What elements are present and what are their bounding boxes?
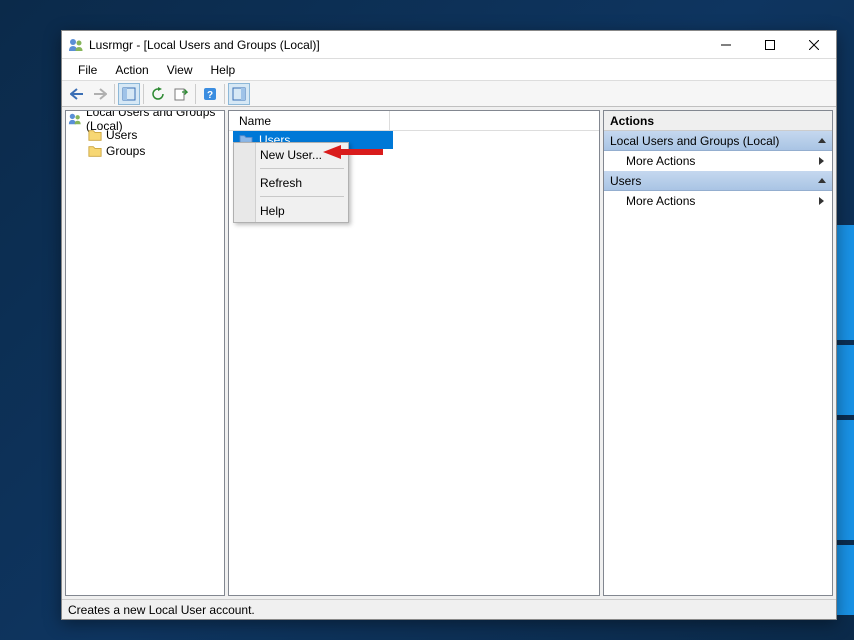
folder-icon	[88, 144, 102, 158]
context-refresh[interactable]: Refresh	[234, 171, 348, 194]
show-hide-action-pane-button[interactable]	[228, 83, 250, 105]
folder-icon	[88, 128, 102, 142]
export-list-button[interactable]	[170, 83, 192, 105]
desktop-decor	[836, 0, 854, 640]
lusrmgr-window: Lusrmgr - [Local Users and Groups (Local…	[61, 30, 837, 620]
svg-text:?: ?	[207, 90, 213, 101]
back-button[interactable]	[66, 83, 88, 105]
collapse-icon	[818, 138, 826, 143]
menu-view[interactable]: View	[159, 61, 201, 79]
actions-more-users-label: More Actions	[626, 194, 695, 208]
actions-section-root-label: Local Users and Groups (Local)	[610, 134, 779, 148]
actions-section-root[interactable]: Local Users and Groups (Local)	[604, 131, 832, 151]
list-pane: Name Users New User... Refresh Help	[228, 110, 600, 596]
tree-groups-label: Groups	[106, 144, 145, 158]
menu-action[interactable]: Action	[107, 61, 156, 79]
tree-users-label: Users	[106, 128, 137, 142]
users-groups-icon	[68, 112, 82, 126]
context-refresh-label: Refresh	[260, 176, 302, 190]
actions-panel-title: Actions	[604, 111, 832, 131]
actions-section-users-label: Users	[610, 174, 641, 188]
actions-more-root[interactable]: More Actions	[604, 151, 832, 171]
context-menu: New User... Refresh Help	[233, 142, 349, 223]
forward-button[interactable]	[89, 83, 111, 105]
context-new-user-label: New User...	[260, 148, 322, 162]
statusbar: Creates a new Local User account.	[62, 599, 836, 619]
actions-more-users[interactable]: More Actions	[604, 191, 832, 211]
chevron-right-icon	[819, 157, 824, 165]
menu-file[interactable]: File	[70, 61, 105, 79]
actions-pane: Actions Local Users and Groups (Local) M…	[603, 110, 833, 596]
menu-help[interactable]: Help	[203, 61, 244, 79]
close-button[interactable]	[792, 31, 836, 58]
status-text: Creates a new Local User account.	[68, 603, 255, 617]
help-button[interactable]: ?	[199, 83, 221, 105]
context-new-user[interactable]: New User...	[234, 143, 348, 166]
tree-pane: Local Users and Groups (Local) Users Gro…	[65, 110, 225, 596]
menubar: File Action View Help	[62, 59, 836, 81]
window-title: Lusrmgr - [Local Users and Groups (Local…	[89, 38, 704, 52]
titlebar[interactable]: Lusrmgr - [Local Users and Groups (Local…	[62, 31, 836, 59]
context-help[interactable]: Help	[234, 199, 348, 222]
chevron-right-icon	[819, 197, 824, 205]
column-header-name[interactable]: Name	[229, 111, 599, 131]
app-icon	[68, 37, 84, 53]
collapse-icon	[818, 178, 826, 183]
toolbar: ?	[62, 81, 836, 107]
refresh-button[interactable]	[147, 83, 169, 105]
maximize-button[interactable]	[748, 31, 792, 58]
actions-more-root-label: More Actions	[626, 154, 695, 168]
tree-root[interactable]: Local Users and Groups (Local)	[66, 111, 224, 127]
context-help-label: Help	[260, 204, 285, 218]
show-hide-tree-button[interactable]	[118, 83, 140, 105]
tree-item-groups[interactable]: Groups	[66, 143, 224, 159]
actions-section-users[interactable]: Users	[604, 171, 832, 191]
column-header-label: Name	[239, 114, 271, 128]
minimize-button[interactable]	[704, 31, 748, 58]
